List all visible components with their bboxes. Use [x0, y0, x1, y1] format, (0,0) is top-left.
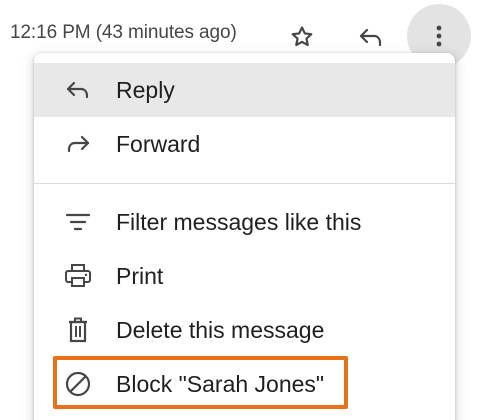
message-timestamp: 12:16 PM (43 minutes ago): [10, 22, 237, 43]
menu-item-reply[interactable]: Reply: [34, 63, 455, 117]
reply-icon: [62, 74, 94, 106]
reply-icon: [359, 28, 382, 47]
forward-icon: [62, 128, 94, 160]
menu-item-label: Reply: [116, 76, 175, 103]
menu-item-label: Block "Sarah Jones": [116, 370, 325, 397]
menu-item-forward[interactable]: Forward: [34, 117, 455, 171]
menu-item-delete-message[interactable]: Delete this message: [34, 303, 455, 357]
star-button[interactable]: [285, 20, 319, 54]
menu-item-label: Print: [116, 262, 164, 289]
menu-item-label: Forward: [116, 130, 201, 157]
star-outline-icon: [291, 26, 313, 47]
menu-item-label: Delete this message: [116, 316, 325, 343]
menu-item-print[interactable]: Print: [34, 249, 455, 303]
trash-icon: [62, 314, 94, 346]
menu-item-block-sender[interactable]: Block "Sarah Jones": [34, 357, 455, 411]
more-vertical-icon: [436, 25, 442, 47]
block-icon: [62, 368, 94, 400]
printer-icon: [62, 260, 94, 292]
email-header-area: 12:16 PM (43 minutes ago) Reply Forward …: [0, 0, 482, 420]
menu-item-filter-messages[interactable]: Filter messages like this: [34, 195, 455, 249]
menu-divider: [34, 183, 455, 184]
filter-icon: [62, 206, 94, 238]
more-options-menu: Reply Forward Filter messages like this: [34, 53, 455, 420]
reply-button[interactable]: [352, 20, 390, 54]
menu-item-label: Filter messages like this: [116, 208, 362, 235]
